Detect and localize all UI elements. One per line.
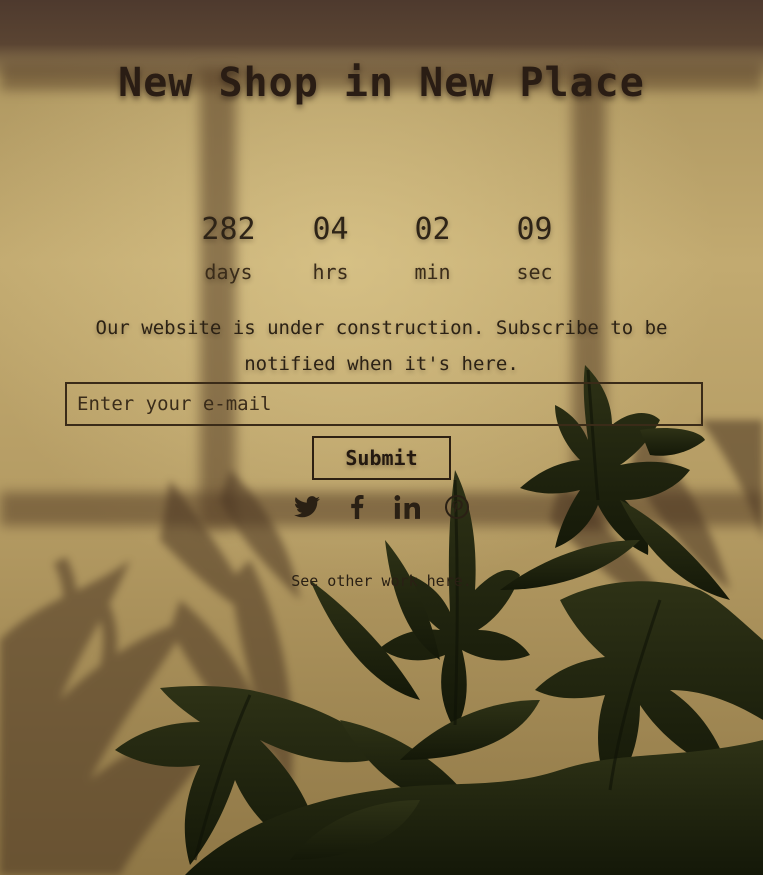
email-field[interactable] [65, 382, 703, 426]
linkedin-icon[interactable] [393, 490, 421, 524]
submit-button[interactable]: Submit [312, 436, 451, 480]
coming-soon-content: New Shop in New Place 282 days 04 hrs 02… [0, 0, 763, 875]
countdown-value: 282 [201, 212, 256, 247]
countdown-seconds: 09 sec [484, 210, 586, 292]
countdown-unit-label: days [204, 260, 253, 284]
pinterest-icon[interactable] [443, 490, 471, 524]
social-links [0, 490, 763, 524]
countdown-days: 282 days [178, 210, 280, 292]
countdown-timer: 282 days 04 hrs 02 min 09 sec [0, 210, 763, 292]
countdown-hours: 04 hrs [280, 210, 382, 292]
countdown-unit-label: min [414, 260, 451, 284]
countdown-value: 09 [516, 212, 553, 247]
countdown-value: 02 [414, 212, 451, 247]
countdown-minutes: 02 min [382, 210, 484, 292]
other-work-link[interactable]: See other work here. [291, 572, 472, 590]
countdown-unit-label: sec [516, 260, 553, 284]
facebook-icon[interactable] [343, 490, 371, 524]
countdown-unit-label: hrs [312, 260, 349, 284]
twitter-icon[interactable] [293, 490, 321, 524]
countdown-value: 04 [312, 212, 349, 247]
construction-message: Our website is under construction. Subsc… [95, 317, 668, 375]
page-title: New Shop in New Place [118, 60, 645, 106]
other-work: See other work here. [0, 572, 763, 590]
